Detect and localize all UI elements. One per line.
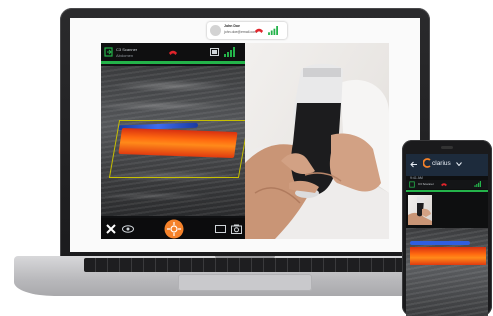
phone-video-thumbnail[interactable] bbox=[408, 195, 432, 225]
camera-icon[interactable] bbox=[231, 224, 242, 234]
laptop-trackpad bbox=[178, 274, 312, 291]
app-brand: clarius bbox=[432, 160, 451, 167]
caller-name: John Doe bbox=[224, 24, 240, 28]
phone-exit-icon[interactable] bbox=[409, 181, 415, 188]
scanner-device-label: C3 Scanner bbox=[116, 47, 138, 52]
signal-icon bbox=[268, 26, 278, 35]
phone-speaker bbox=[441, 146, 453, 149]
color-roi-box[interactable] bbox=[108, 120, 250, 178]
probe-photo bbox=[245, 63, 389, 239]
scanner-signal-icon bbox=[224, 47, 235, 57]
close-icon[interactable] bbox=[106, 224, 116, 234]
laptop-keyboard bbox=[84, 258, 406, 272]
eye-icon[interactable] bbox=[122, 225, 134, 233]
phone-doppler-blue bbox=[410, 241, 470, 245]
caller-avatar bbox=[210, 25, 221, 36]
scanner-preset-label: Abdomen bbox=[116, 53, 134, 58]
phone-status-bar bbox=[406, 190, 488, 192]
chevron-down-icon[interactable] bbox=[456, 162, 462, 166]
phone-signal-icon bbox=[474, 181, 481, 187]
exit-icon[interactable] bbox=[104, 47, 113, 57]
scanner-hangup-icon[interactable] bbox=[166, 49, 180, 56]
monitor-icon[interactable] bbox=[215, 225, 226, 234]
scan-status-bar bbox=[101, 61, 245, 64]
scan-button[interactable] bbox=[164, 219, 184, 239]
back-arrow-icon[interactable] bbox=[410, 161, 418, 168]
phone-doppler-red bbox=[410, 247, 486, 265]
caller-email: john.doe@email.com bbox=[224, 30, 257, 34]
video-feed-panel bbox=[245, 43, 389, 239]
phone-hangup-icon[interactable] bbox=[440, 182, 448, 187]
thumbnail-probe-photo bbox=[408, 197, 432, 225]
phone-device-label: C3 Scanner bbox=[418, 182, 434, 186]
hangup-icon[interactable] bbox=[254, 27, 264, 34]
battery-icon bbox=[210, 48, 219, 56]
clarius-logo-icon bbox=[423, 158, 431, 168]
